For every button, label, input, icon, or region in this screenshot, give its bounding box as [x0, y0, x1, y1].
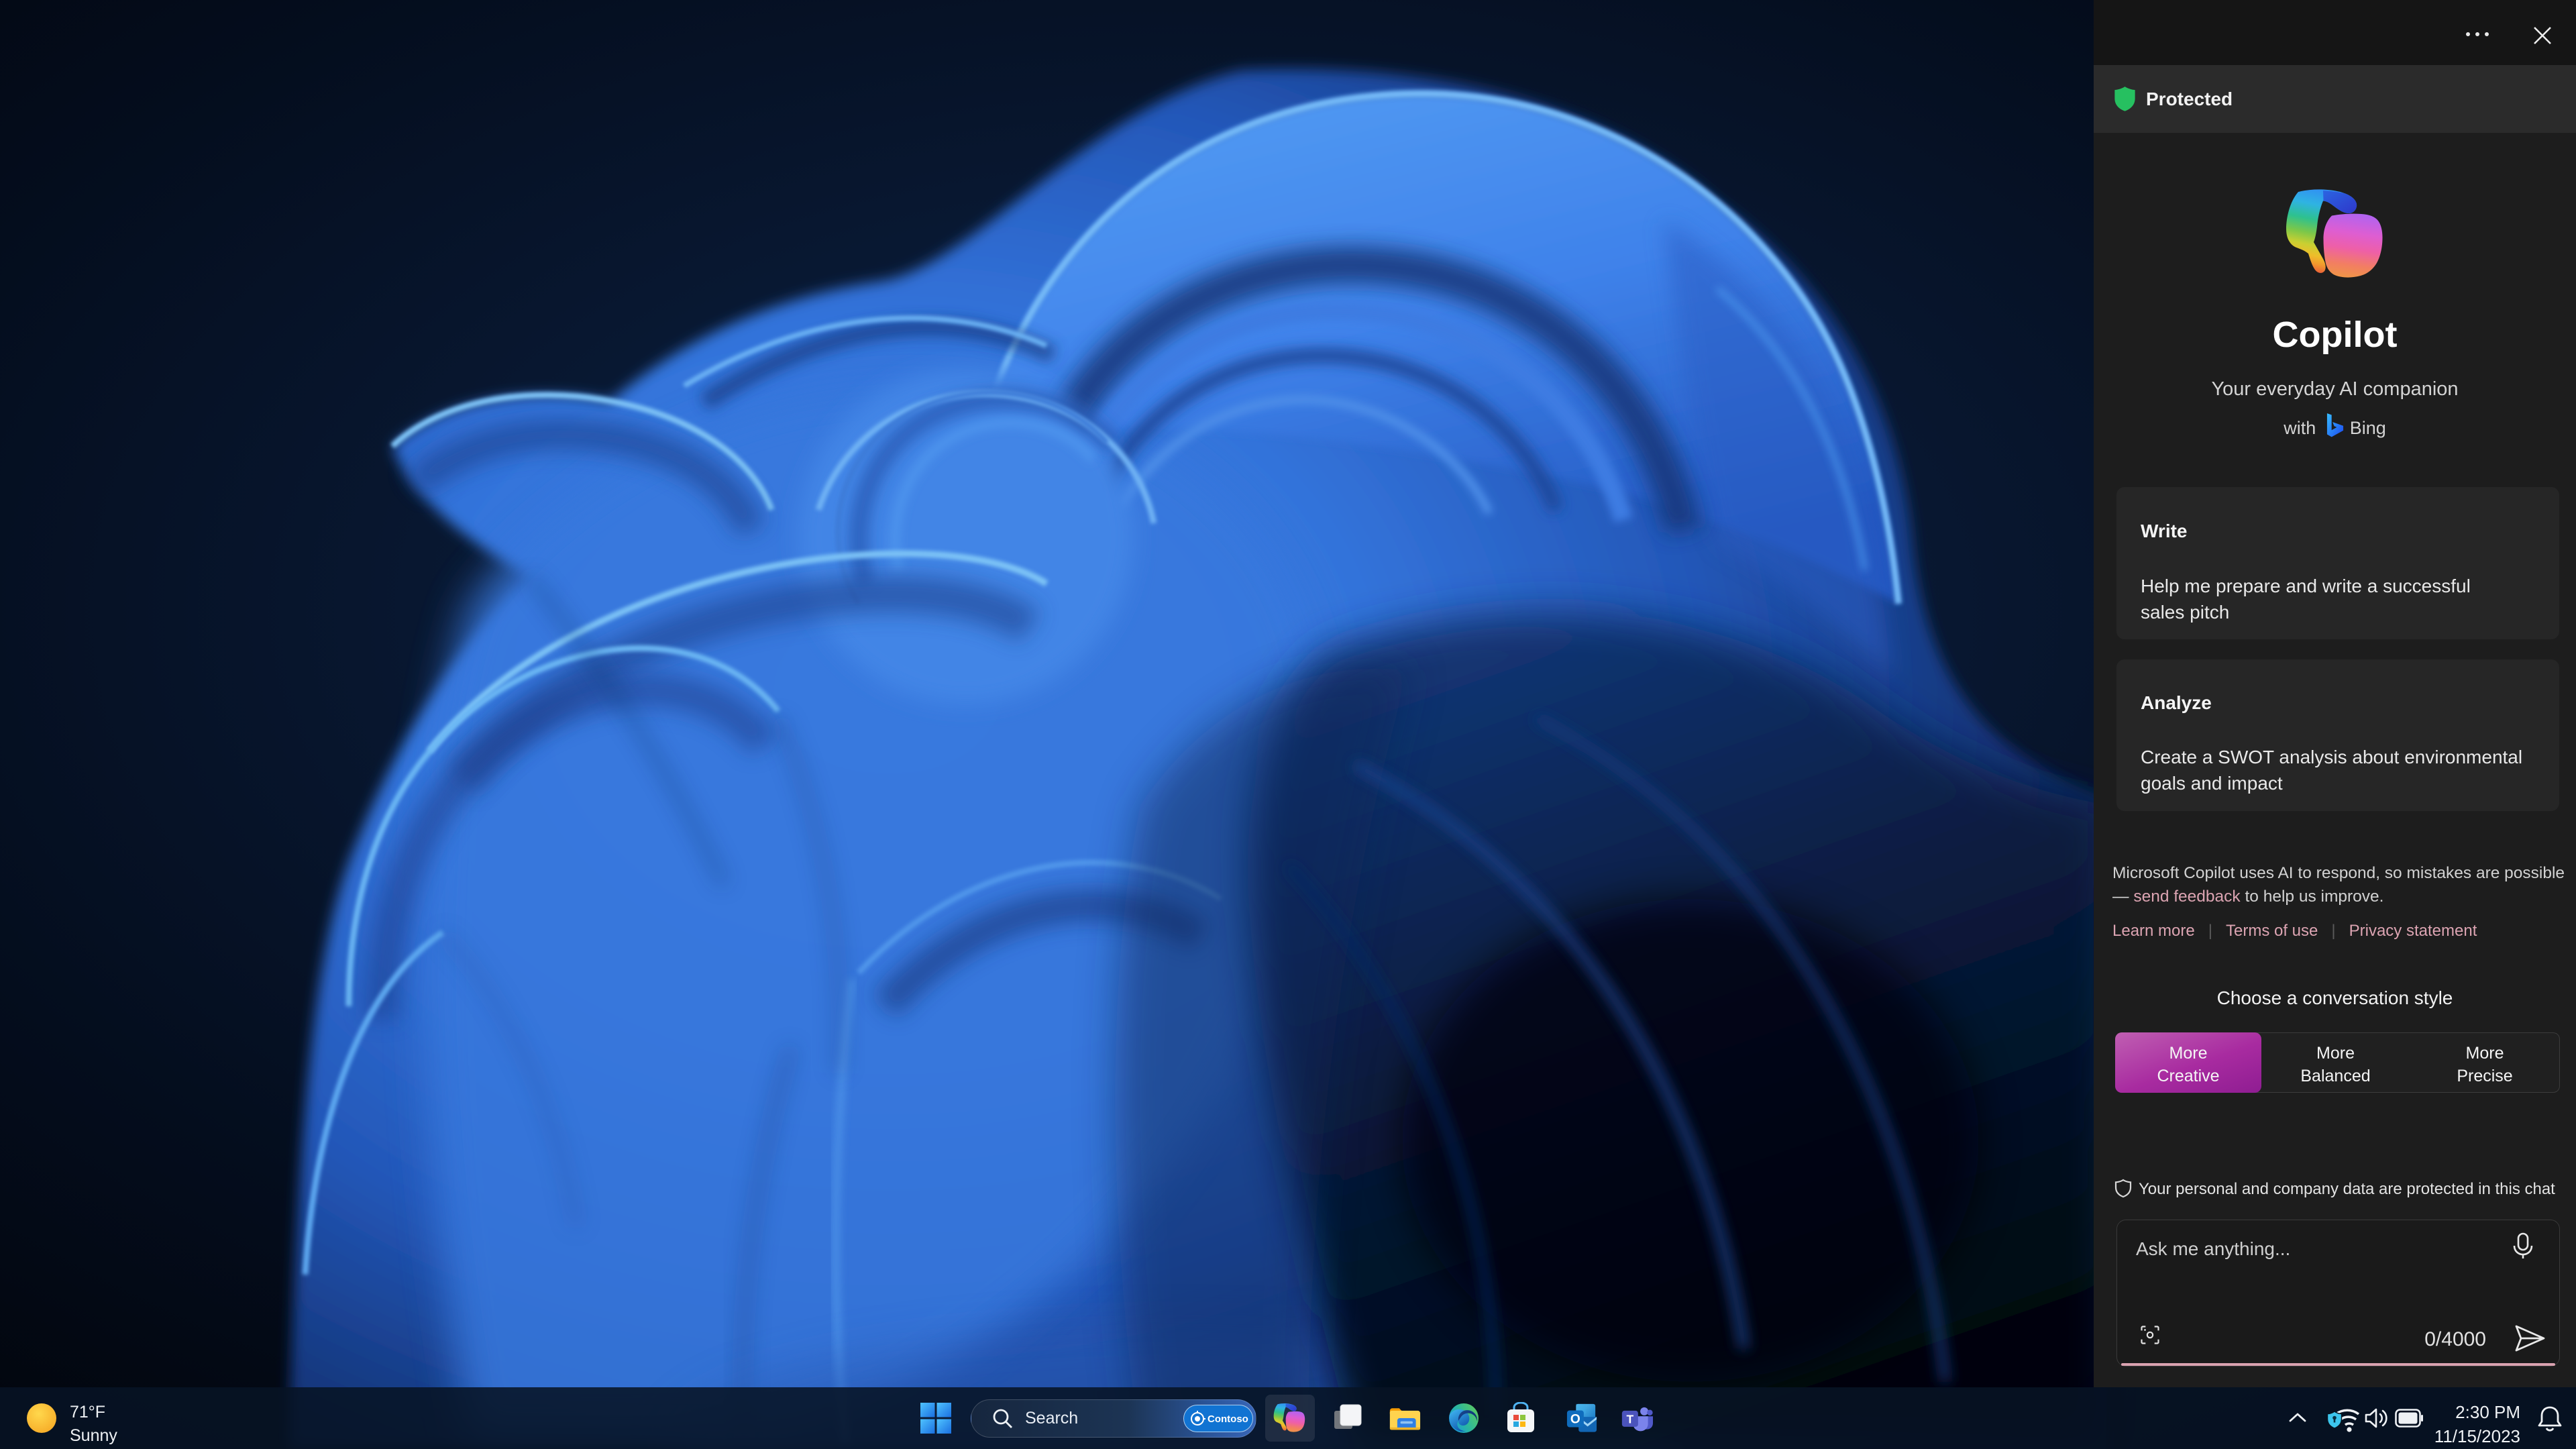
svg-text:O: O — [1570, 1413, 1580, 1427]
svg-text:T: T — [1626, 1412, 1633, 1426]
